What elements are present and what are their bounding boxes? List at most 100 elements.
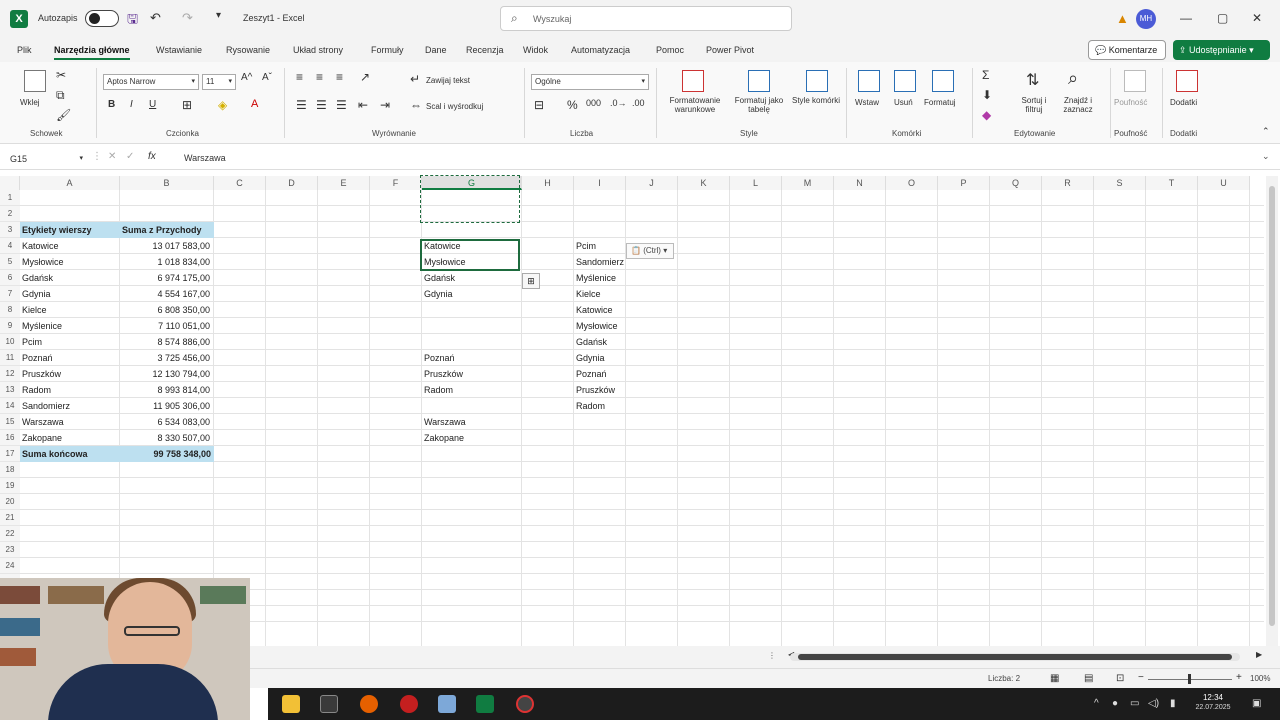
addins-button[interactable]: Dodatki xyxy=(1170,98,1197,107)
align-right-icon[interactable]: ☰ xyxy=(336,98,347,112)
cut-icon[interactable]: ✂ xyxy=(56,68,66,82)
addins-icon[interactable] xyxy=(1176,70,1198,92)
borders-icon[interactable]: ⊞ xyxy=(182,98,192,112)
grow-font-icon[interactable]: A^ xyxy=(241,72,252,83)
record-app-icon[interactable] xyxy=(516,695,534,713)
row-header-23[interactable]: 23 xyxy=(0,542,20,558)
tab-view[interactable]: Widok xyxy=(523,45,548,55)
column-g-cell[interactable]: Zakopane xyxy=(424,430,521,446)
orientation-icon[interactable]: ↗ xyxy=(360,70,370,84)
autosave-toggle[interactable] xyxy=(85,10,119,27)
underline-icon[interactable]: U xyxy=(149,99,156,110)
row-header-2[interactable]: 2 xyxy=(0,206,20,222)
row-header-15[interactable]: 15 xyxy=(0,414,20,430)
name-box[interactable]: G15 ▾ xyxy=(6,151,86,167)
fill-icon[interactable]: ⬇ xyxy=(982,88,992,102)
row-header-14[interactable]: 14 xyxy=(0,398,20,414)
pivot-row-value[interactable]: 6 534 083,00 xyxy=(122,414,213,430)
row-header-18[interactable]: 18 xyxy=(0,462,20,478)
pivot-row-label[interactable]: Pruszków xyxy=(22,366,119,382)
pivot-row-value[interactable]: 13 017 583,00 xyxy=(122,238,213,254)
pivot-header-sum[interactable]: Suma z Przychody xyxy=(120,222,214,238)
pivot-row-value[interactable]: 8 330 507,00 xyxy=(122,430,213,446)
format-painter-icon[interactable]: 🖌 xyxy=(56,108,71,122)
quick-analysis-icon[interactable]: ⊞ xyxy=(522,273,540,289)
recorder-icon[interactable] xyxy=(400,695,418,713)
pivot-row-label[interactable]: Katowice xyxy=(22,238,119,254)
row-header-17[interactable]: 17 xyxy=(0,446,20,462)
pivot-row-value[interactable]: 4 554 167,00 xyxy=(122,286,213,302)
pivot-row-label[interactable]: Myślenice xyxy=(22,318,119,334)
insert-cells-icon[interactable] xyxy=(858,70,880,92)
column-header-q[interactable]: Q xyxy=(990,176,1042,190)
pivot-row-value[interactable]: 8 574 886,00 xyxy=(122,334,213,350)
column-header-a[interactable]: A xyxy=(20,176,120,190)
align-bottom-icon[interactable]: ≡ xyxy=(336,70,343,84)
pivot-row-label[interactable]: Pcim xyxy=(22,334,119,350)
formula-input[interactable]: Warszawa xyxy=(184,153,226,163)
column-i-cell[interactable]: Poznań xyxy=(576,366,653,382)
align-middle-icon[interactable]: ≡ xyxy=(316,70,323,84)
pivot-total-value[interactable]: 99 758 348,00 xyxy=(120,446,214,462)
pivot-row-label[interactable]: Warszawa xyxy=(22,414,119,430)
battery-icon[interactable]: ▮ xyxy=(1170,698,1176,709)
pivot-row-value[interactable]: 3 725 456,00 xyxy=(122,350,213,366)
redo-icon[interactable]: ↷ xyxy=(182,10,193,26)
column-g-cell[interactable]: Pruszków xyxy=(424,366,521,382)
comments-button[interactable]: 💬 Komentarze xyxy=(1088,40,1166,60)
find-select-icon[interactable]: ⌕ xyxy=(1068,68,1078,89)
tab-review[interactable]: Recenzja xyxy=(466,45,504,55)
column-header-j[interactable]: J xyxy=(626,176,678,190)
close-icon[interactable]: ✕ xyxy=(1252,11,1262,25)
tab-formulas[interactable]: Formuły xyxy=(371,45,404,55)
column-header-p[interactable]: P xyxy=(938,176,990,190)
italic-icon[interactable]: I xyxy=(130,99,133,110)
pivot-row-value[interactable]: 6 974 175,00 xyxy=(122,270,213,286)
copy-icon[interactable]: ⧉ xyxy=(56,88,65,103)
avatar[interactable]: MH xyxy=(1136,9,1156,29)
pivot-row-label[interactable]: Gdańsk xyxy=(22,270,119,286)
column-header-o[interactable]: O xyxy=(886,176,938,190)
column-header-i[interactable]: I xyxy=(574,176,626,190)
row-header-20[interactable]: 20 xyxy=(0,494,20,510)
number-format-select[interactable]: Ogólne ▾ xyxy=(531,74,649,90)
row-header-24[interactable]: 24 xyxy=(0,558,20,574)
page-break-view-icon[interactable]: ⊡ xyxy=(1116,673,1124,684)
comma-style-icon[interactable]: 000 xyxy=(586,98,601,108)
column-header-k[interactable]: K xyxy=(678,176,730,190)
row-header-10[interactable]: 10 xyxy=(0,334,20,350)
row-header-6[interactable]: 6 xyxy=(0,270,20,286)
column-g-cell[interactable]: Gdańsk xyxy=(424,270,521,286)
sort-filter-button[interactable]: Sortuj i filtruj xyxy=(1016,96,1052,114)
app-icon[interactable] xyxy=(320,695,338,713)
quick-access-menu-icon[interactable]: ▾ xyxy=(216,10,221,21)
tab-insert[interactable]: Wstawianie xyxy=(156,45,202,55)
pivot-row-label[interactable]: Radom xyxy=(22,382,119,398)
format-cells-button[interactable]: Formatuj xyxy=(924,98,956,107)
pivot-row-value[interactable]: 11 905 306,00 xyxy=(122,398,213,414)
pivot-row-value[interactable]: 1 018 834,00 xyxy=(122,254,213,270)
column-header-s[interactable]: S xyxy=(1094,176,1146,190)
zoom-in-icon[interactable]: + xyxy=(1236,672,1242,683)
format-cells-icon[interactable] xyxy=(932,70,954,92)
network-icon[interactable]: ▭ xyxy=(1130,698,1139,709)
row-header-16[interactable]: 16 xyxy=(0,430,20,446)
pivot-row-label[interactable]: Kielce xyxy=(22,302,119,318)
increase-decimal-icon[interactable]: .0→ xyxy=(610,98,627,108)
tab-power-pivot[interactable]: Power Pivot xyxy=(706,45,754,55)
sensitivity-button[interactable]: Poufność xyxy=(1114,98,1147,107)
column-i-cell[interactable]: Gdynia xyxy=(576,350,653,366)
clear-icon[interactable]: ◆ xyxy=(982,108,991,122)
volume-icon[interactable]: ◁) xyxy=(1148,698,1159,709)
column-header-f[interactable]: F xyxy=(370,176,422,190)
row-header-21[interactable]: 21 xyxy=(0,510,20,526)
undo-icon[interactable]: ↶ xyxy=(150,10,161,26)
pivot-row-value[interactable]: 12 130 794,00 xyxy=(122,366,213,382)
column-header-b[interactable]: B xyxy=(120,176,214,190)
sort-filter-icon[interactable]: ⇅ xyxy=(1026,70,1039,90)
row-header-5[interactable]: 5 xyxy=(0,254,20,270)
zoom-slider-thumb[interactable] xyxy=(1188,674,1191,684)
column-i-cell[interactable]: Katowice xyxy=(576,302,653,318)
delete-cells-icon[interactable] xyxy=(894,70,916,92)
column-header-h[interactable]: H xyxy=(522,176,574,190)
